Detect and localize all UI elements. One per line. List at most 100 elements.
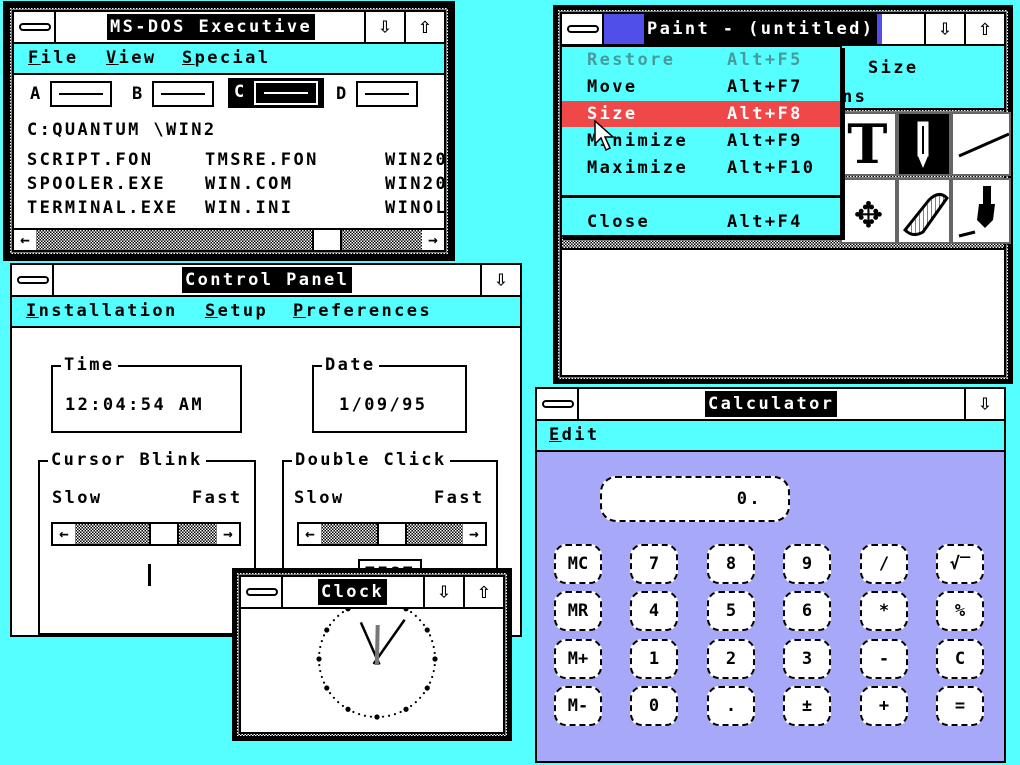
pencil-tool[interactable] [897,112,951,176]
brush-icon [958,186,995,238]
title-bar[interactable]: Calculator ⇩ [537,389,1004,421]
menu-edit[interactable]: Edit [549,425,600,445]
minute-mark [431,639,434,643]
slow-label: Slow [52,488,103,508]
calc-button-=[interactable]: = [936,686,984,726]
calc-button-*[interactable]: * [860,591,908,631]
minimize-button[interactable]: ⇩ [364,12,404,42]
text-tool[interactable]: T [840,112,897,176]
menu-file[interactable]: File [28,48,79,68]
maximize-button[interactable]: ⇧ [404,12,444,42]
calc-button-MC[interactable]: MC [554,544,602,584]
calc-button-/[interactable]: / [860,544,908,584]
move-tool[interactable]: ✥ [840,178,897,244]
calc-button-1[interactable]: 1 [630,639,678,679]
file-item[interactable]: TMSRE.FON [205,148,319,172]
minute-mark [432,669,435,673]
minute-mark [428,634,432,637]
minimize-button[interactable]: ⇩ [423,577,463,607]
calc-button-6[interactable]: 6 [783,591,831,631]
system-menu-icon[interactable] [562,14,604,44]
line-tool[interactable] [951,112,1011,176]
calc-button-2[interactable]: 2 [707,639,755,679]
calc-button-7[interactable]: 7 [630,544,678,584]
menu-item-move[interactable]: Move Alt+F7 [562,74,840,100]
arrow-left-icon[interactable]: ← [299,524,321,544]
system-menu-icon[interactable] [12,265,54,295]
calc-button-+[interactable]: + [860,686,908,726]
horizontal-scrollbar[interactable]: ← → [12,228,446,252]
title-bar[interactable]: Clock ⇩ ⇧ [241,577,503,609]
minimize-button[interactable]: ⇩ [480,265,520,295]
calc-button-M+[interactable]: M+ [554,639,602,679]
file-item[interactable]: TERMINAL.EXE [27,196,179,220]
time-value[interactable]: 12:04:54 AM [65,395,204,415]
slider-thumb[interactable] [377,524,407,544]
calc-button-±[interactable]: ± [783,686,831,726]
title-bar[interactable]: Control Panel ⇩ [12,265,520,297]
calc-button-C[interactable]: C [936,639,984,679]
minute-mark [428,681,432,684]
menu-preferences[interactable]: Preferences [293,301,432,321]
slider-thumb[interactable] [149,524,179,544]
calc-button-5[interactable]: 5 [707,591,755,631]
menu-item-maximize[interactable]: Maximize Alt+F10 [562,155,840,181]
system-menu-icon[interactable] [14,12,56,42]
title-bar[interactable]: MS-DOS Executive ⇩ ⇧ [14,12,444,44]
maximize-button[interactable]: ⇧ [463,577,503,607]
window-title: Control Panel [182,267,353,293]
scroll-left-arrow-icon[interactable]: ← [14,230,36,250]
calc-button--[interactable]: - [860,639,908,679]
file-item[interactable]: WIN20 [385,172,448,196]
file-item[interactable]: WINOL [385,196,448,220]
drive-b[interactable]: B [132,81,214,107]
menu-installation[interactable]: Installation [26,301,178,321]
drive-a[interactable]: A [30,81,112,107]
calc-button-.[interactable]: . [707,686,755,726]
scroll-thumb[interactable] [312,230,342,250]
menu-item-close[interactable]: Close Alt+F4 [562,209,840,235]
calc-button-%[interactable]: % [936,591,984,631]
system-menu-icon[interactable] [537,389,579,419]
minimize-button[interactable]: ⇩ [924,14,964,44]
system-menu-icon[interactable] [241,577,283,607]
file-item[interactable]: WIN20 [385,148,448,172]
drive-d[interactable]: D [336,81,418,107]
arrow-left-icon[interactable]: ← [53,524,75,544]
calc-button-0[interactable]: 0 [630,686,678,726]
drive-label: B [132,84,145,104]
title-bar[interactable]: Paint - (untitled) ⇩ ⇧ [562,14,1004,46]
drawing-canvas[interactable] [562,248,1004,375]
file-item[interactable]: WIN.COM [205,172,293,196]
arrow-right-icon[interactable]: → [217,524,239,544]
file-item[interactable]: SCRIPT.FON [27,148,153,172]
menu-setup[interactable]: Setup [205,301,268,321]
date-value[interactable]: 1/09/95 [339,395,427,415]
minimize-button[interactable]: ⇩ [964,389,1004,419]
eraser-tool[interactable] [897,178,951,244]
menu-view[interactable]: View [106,48,157,68]
calc-button-8[interactable]: 8 [707,544,755,584]
calc-button-9[interactable]: 9 [783,544,831,584]
calc-button-MR[interactable]: MR [554,591,602,631]
brush-tool[interactable] [951,178,1011,244]
menu-size[interactable]: Size [868,58,919,78]
minute-mark [414,614,417,617]
menu-special[interactable]: Special [182,48,270,68]
drive-c-selected[interactable]: C [228,78,324,108]
minute-mark [393,713,397,716]
calc-button-3[interactable]: 3 [783,639,831,679]
cursor-blink-slider[interactable]: ← → [51,522,241,546]
hour-mark [316,656,322,662]
double-click-slider[interactable]: ← → [297,522,487,546]
hour-mark [403,609,409,612]
calc-button-M-[interactable]: M- [554,686,602,726]
file-item[interactable]: WIN.INI [205,196,293,220]
calc-button-4[interactable]: 4 [630,591,678,631]
calc-button-√‾[interactable]: √‾ [936,544,984,584]
maximize-button[interactable]: ⇧ [964,14,1004,44]
scroll-right-arrow-icon[interactable]: → [422,230,444,250]
menu-options-partial[interactable]: ns [842,87,867,107]
arrow-right-icon[interactable]: → [463,524,485,544]
file-item[interactable]: SPOOLER.EXE [27,172,166,196]
